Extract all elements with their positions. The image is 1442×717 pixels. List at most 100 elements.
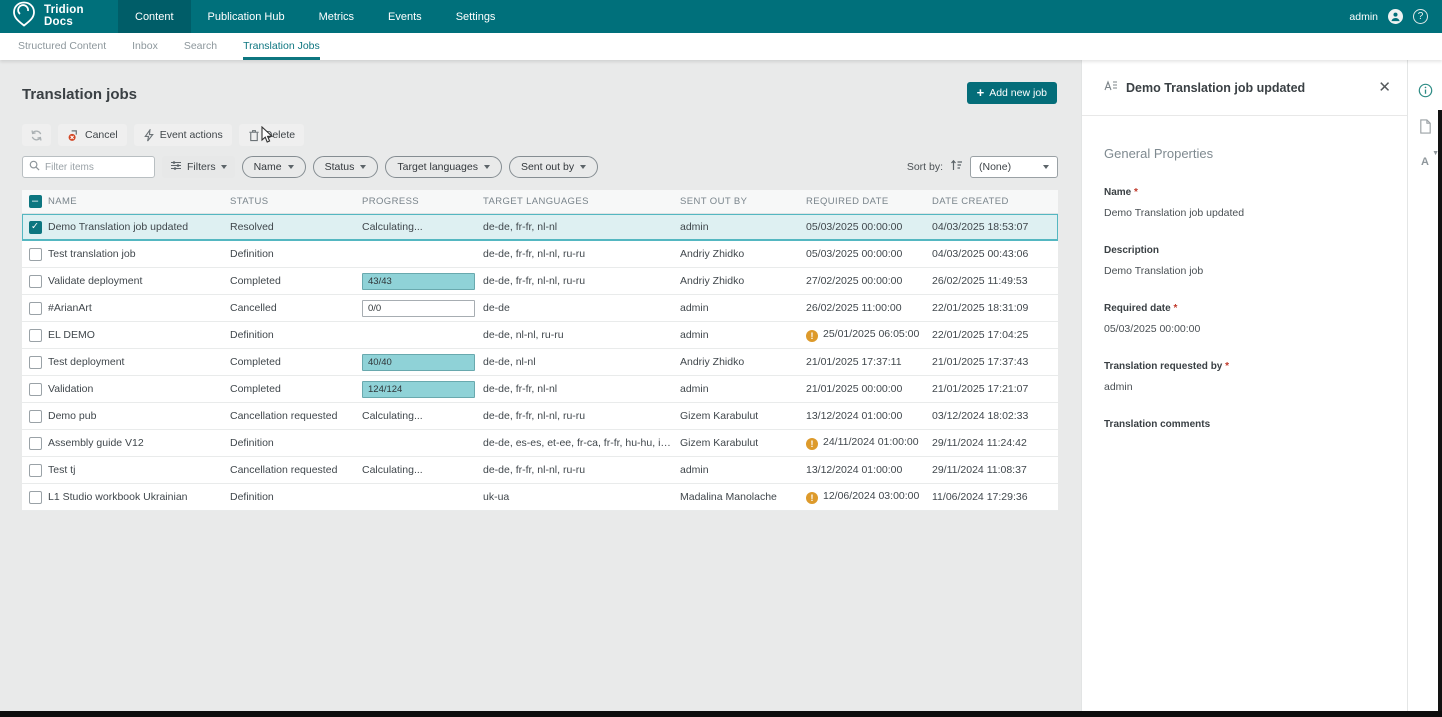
letterbox-bar [0, 711, 1442, 717]
column-header-required-date: REQUIRED DATE [806, 196, 932, 207]
field-label: Name * [1104, 187, 1385, 198]
table-header-row: NAMESTATUSPROGRESSTARGET LANGUAGESSENT O… [22, 190, 1058, 214]
sort-by-label: Sort by: [907, 161, 943, 173]
document-icon[interactable] [1417, 118, 1433, 134]
field-description: Description * Demo Translation job [1104, 245, 1385, 277]
field-label: Translation requested by * [1104, 361, 1385, 372]
filter-pill-sent-out-by[interactable]: Sent out by [509, 156, 598, 178]
select-all-checkbox[interactable] [29, 195, 42, 208]
table-row[interactable]: Assembly guide V12 Definition de-de, es-… [22, 430, 1058, 457]
column-header-target-languages: TARGET LANGUAGES [483, 196, 680, 207]
table-row[interactable]: Validate deployment Completed 43/43 de-d… [22, 268, 1058, 295]
brand-logo[interactable]: Tridion Docs [0, 0, 118, 33]
sort-select[interactable]: (None) [970, 156, 1058, 178]
field-label: Required date * [1104, 303, 1385, 314]
top-navbar: Tridion Docs ContentPublication HubMetri… [0, 0, 1442, 33]
refresh-button[interactable] [22, 124, 51, 146]
subnav-item-translation-jobs[interactable]: Translation Jobs [243, 33, 320, 60]
row-checkbox[interactable] [29, 329, 42, 342]
chevron-down-icon [484, 165, 490, 169]
table-row[interactable]: EL DEMO Definition de-de, nl-nl, ru-ru a… [22, 322, 1058, 349]
subnav-item-inbox[interactable]: Inbox [132, 33, 158, 60]
field-value [1104, 439, 1385, 451]
panel-header: Demo Translation job updated ✕ [1082, 60, 1407, 116]
row-checkbox[interactable] [29, 302, 42, 315]
filter-pill-name[interactable]: Name [242, 156, 306, 178]
topnav-item-events[interactable]: Events [371, 0, 439, 33]
field-value: 05/03/2025 00:00:00 [1104, 323, 1385, 335]
topnav-item-metrics[interactable]: Metrics [302, 0, 371, 33]
main-content: Translation jobs + Add new job Cancel Ev… [0, 60, 1081, 717]
info-icon[interactable] [1417, 82, 1433, 98]
avatar[interactable] [1388, 9, 1403, 24]
topnav-item-settings[interactable]: Settings [439, 0, 513, 33]
table-row[interactable]: #ArianArt Cancelled 0/0 de-de admin 26/0… [22, 295, 1058, 322]
screen-edge-artifact [1438, 110, 1442, 717]
progress-bar: 0/0 [362, 300, 475, 317]
delete-button[interactable]: Delete [239, 124, 304, 146]
filter-items-input[interactable] [45, 162, 148, 173]
field-translation-comments: Translation comments * [1104, 419, 1385, 451]
event-actions-button[interactable]: Event actions [134, 124, 232, 146]
font-translate-icon[interactable]: A▼ [1417, 154, 1433, 170]
cancel-button[interactable]: Cancel [58, 124, 127, 146]
table-row[interactable]: Validation Completed 124/124 de-de, fr-f… [22, 376, 1058, 403]
row-checkbox[interactable] [29, 275, 42, 288]
table-row[interactable]: Test tj Cancellation requested Calculati… [22, 457, 1058, 484]
cancel-job-icon [67, 129, 80, 142]
translation-jobs-table: NAMESTATUSPROGRESSTARGET LANGUAGESSENT O… [22, 190, 1058, 511]
page-title: Translation jobs [22, 86, 137, 103]
filters-button[interactable]: Filters [162, 156, 235, 178]
tridion-logo-icon [12, 1, 36, 32]
field-value: Demo Translation job updated [1104, 207, 1385, 219]
row-checkbox[interactable] [29, 437, 42, 450]
user-name: admin [1349, 11, 1378, 23]
field-required-date: Required date * 05/03/2025 00:00:00 [1104, 303, 1385, 335]
row-checkbox[interactable] [29, 221, 42, 234]
chevron-down-icon [288, 165, 294, 169]
warning-icon: ! [806, 492, 818, 504]
row-checkbox[interactable] [29, 248, 42, 261]
panel-title: Demo Translation job updated [1126, 81, 1370, 95]
filter-search-box[interactable] [22, 156, 155, 178]
topnav-item-publication-hub[interactable]: Publication Hub [191, 0, 302, 33]
table-row[interactable]: Test deployment Completed 40/40 de-de, n… [22, 349, 1058, 376]
search-icon [29, 158, 40, 176]
progress-bar: 124/124 [362, 381, 475, 398]
field-label: Translation comments * [1104, 419, 1385, 430]
filter-pill-target-languages[interactable]: Target languages [385, 156, 502, 178]
plus-icon: + [977, 88, 985, 98]
table-row[interactable]: Test translation job Definition de-de, f… [22, 241, 1058, 268]
chevron-down-icon [221, 165, 227, 169]
close-icon[interactable]: ✕ [1378, 81, 1391, 95]
brand-name: Tridion Docs [44, 5, 84, 28]
topnav-items: ContentPublication HubMetricsEventsSetti… [118, 0, 512, 33]
sort-ascending-icon[interactable] [950, 158, 963, 176]
filter-pill-status[interactable]: Status [313, 156, 379, 178]
progress-bar: 40/40 [362, 354, 475, 371]
row-checkbox[interactable] [29, 356, 42, 369]
row-checkbox[interactable] [29, 491, 42, 504]
table-row[interactable]: Demo Translation job updated Resolved Ca… [22, 214, 1058, 241]
table-row[interactable]: Demo pub Cancellation requested Calculat… [22, 403, 1058, 430]
table-row[interactable]: L1 Studio workbook Ukrainian Definition … [22, 484, 1058, 511]
event-actions-icon [143, 129, 155, 142]
row-checkbox[interactable] [29, 383, 42, 396]
topnav-item-content[interactable]: Content [118, 0, 191, 33]
refresh-icon [30, 129, 43, 142]
chevron-down-icon [580, 165, 586, 169]
column-header-sent-out-by: SENT OUT BY [680, 196, 806, 207]
column-header-progress: PROGRESS [362, 196, 483, 207]
add-new-job-button[interactable]: + Add new job [967, 82, 1057, 104]
chevron-down-icon [1043, 165, 1049, 169]
field-name: Name * Demo Translation job updated [1104, 187, 1385, 219]
subnav-item-search[interactable]: Search [184, 33, 217, 60]
help-icon[interactable]: ? [1413, 9, 1428, 24]
row-checkbox[interactable] [29, 464, 42, 477]
field-label: Description * [1104, 245, 1385, 256]
field-value: Demo Translation job [1104, 265, 1385, 277]
row-checkbox[interactable] [29, 410, 42, 423]
warning-icon: ! [806, 330, 818, 342]
subnav-item-structured-content[interactable]: Structured Content [18, 33, 106, 60]
field-value: admin [1104, 381, 1385, 393]
